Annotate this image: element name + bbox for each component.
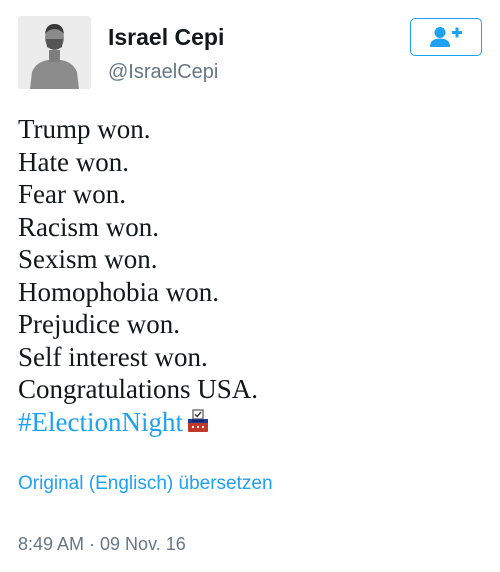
hashtag-line: #ElectionNight — [18, 406, 488, 441]
follow-button[interactable] — [410, 18, 482, 56]
tweet-line: Racism won. — [18, 211, 159, 242]
tweet-line: Self interest won. — [18, 341, 208, 372]
tweet-text: Trump won. Hate won. Fear won. Racism wo… — [18, 113, 488, 440]
avatar-image — [18, 16, 91, 89]
tweet-line: Congratulations USA. — [18, 374, 258, 404]
translate-link[interactable]: Original (Englisch) übersetzen — [18, 473, 273, 495]
timestamp[interactable]: 8:49 AM · 09 Nov. 16 — [18, 534, 186, 555]
tweet-line: Sexism won. — [18, 244, 158, 274]
ballot-box-icon — [187, 408, 209, 441]
tweet-line: Prejudice won. — [18, 309, 180, 339]
tweet-line: Homophobia won. — [18, 276, 219, 307]
avatar[interactable] — [18, 16, 91, 89]
display-name[interactable]: Israel Cepi — [108, 24, 224, 51]
user-handle[interactable]: @IsraelCepi — [108, 61, 218, 84]
add-user-icon — [430, 27, 462, 47]
hashtag-link[interactable]: #ElectionNight — [18, 407, 183, 437]
tweet-line: Trump won. — [18, 114, 151, 144]
tweet-line: Hate won. — [18, 146, 129, 177]
tweet-line: Fear won. — [18, 179, 126, 209]
